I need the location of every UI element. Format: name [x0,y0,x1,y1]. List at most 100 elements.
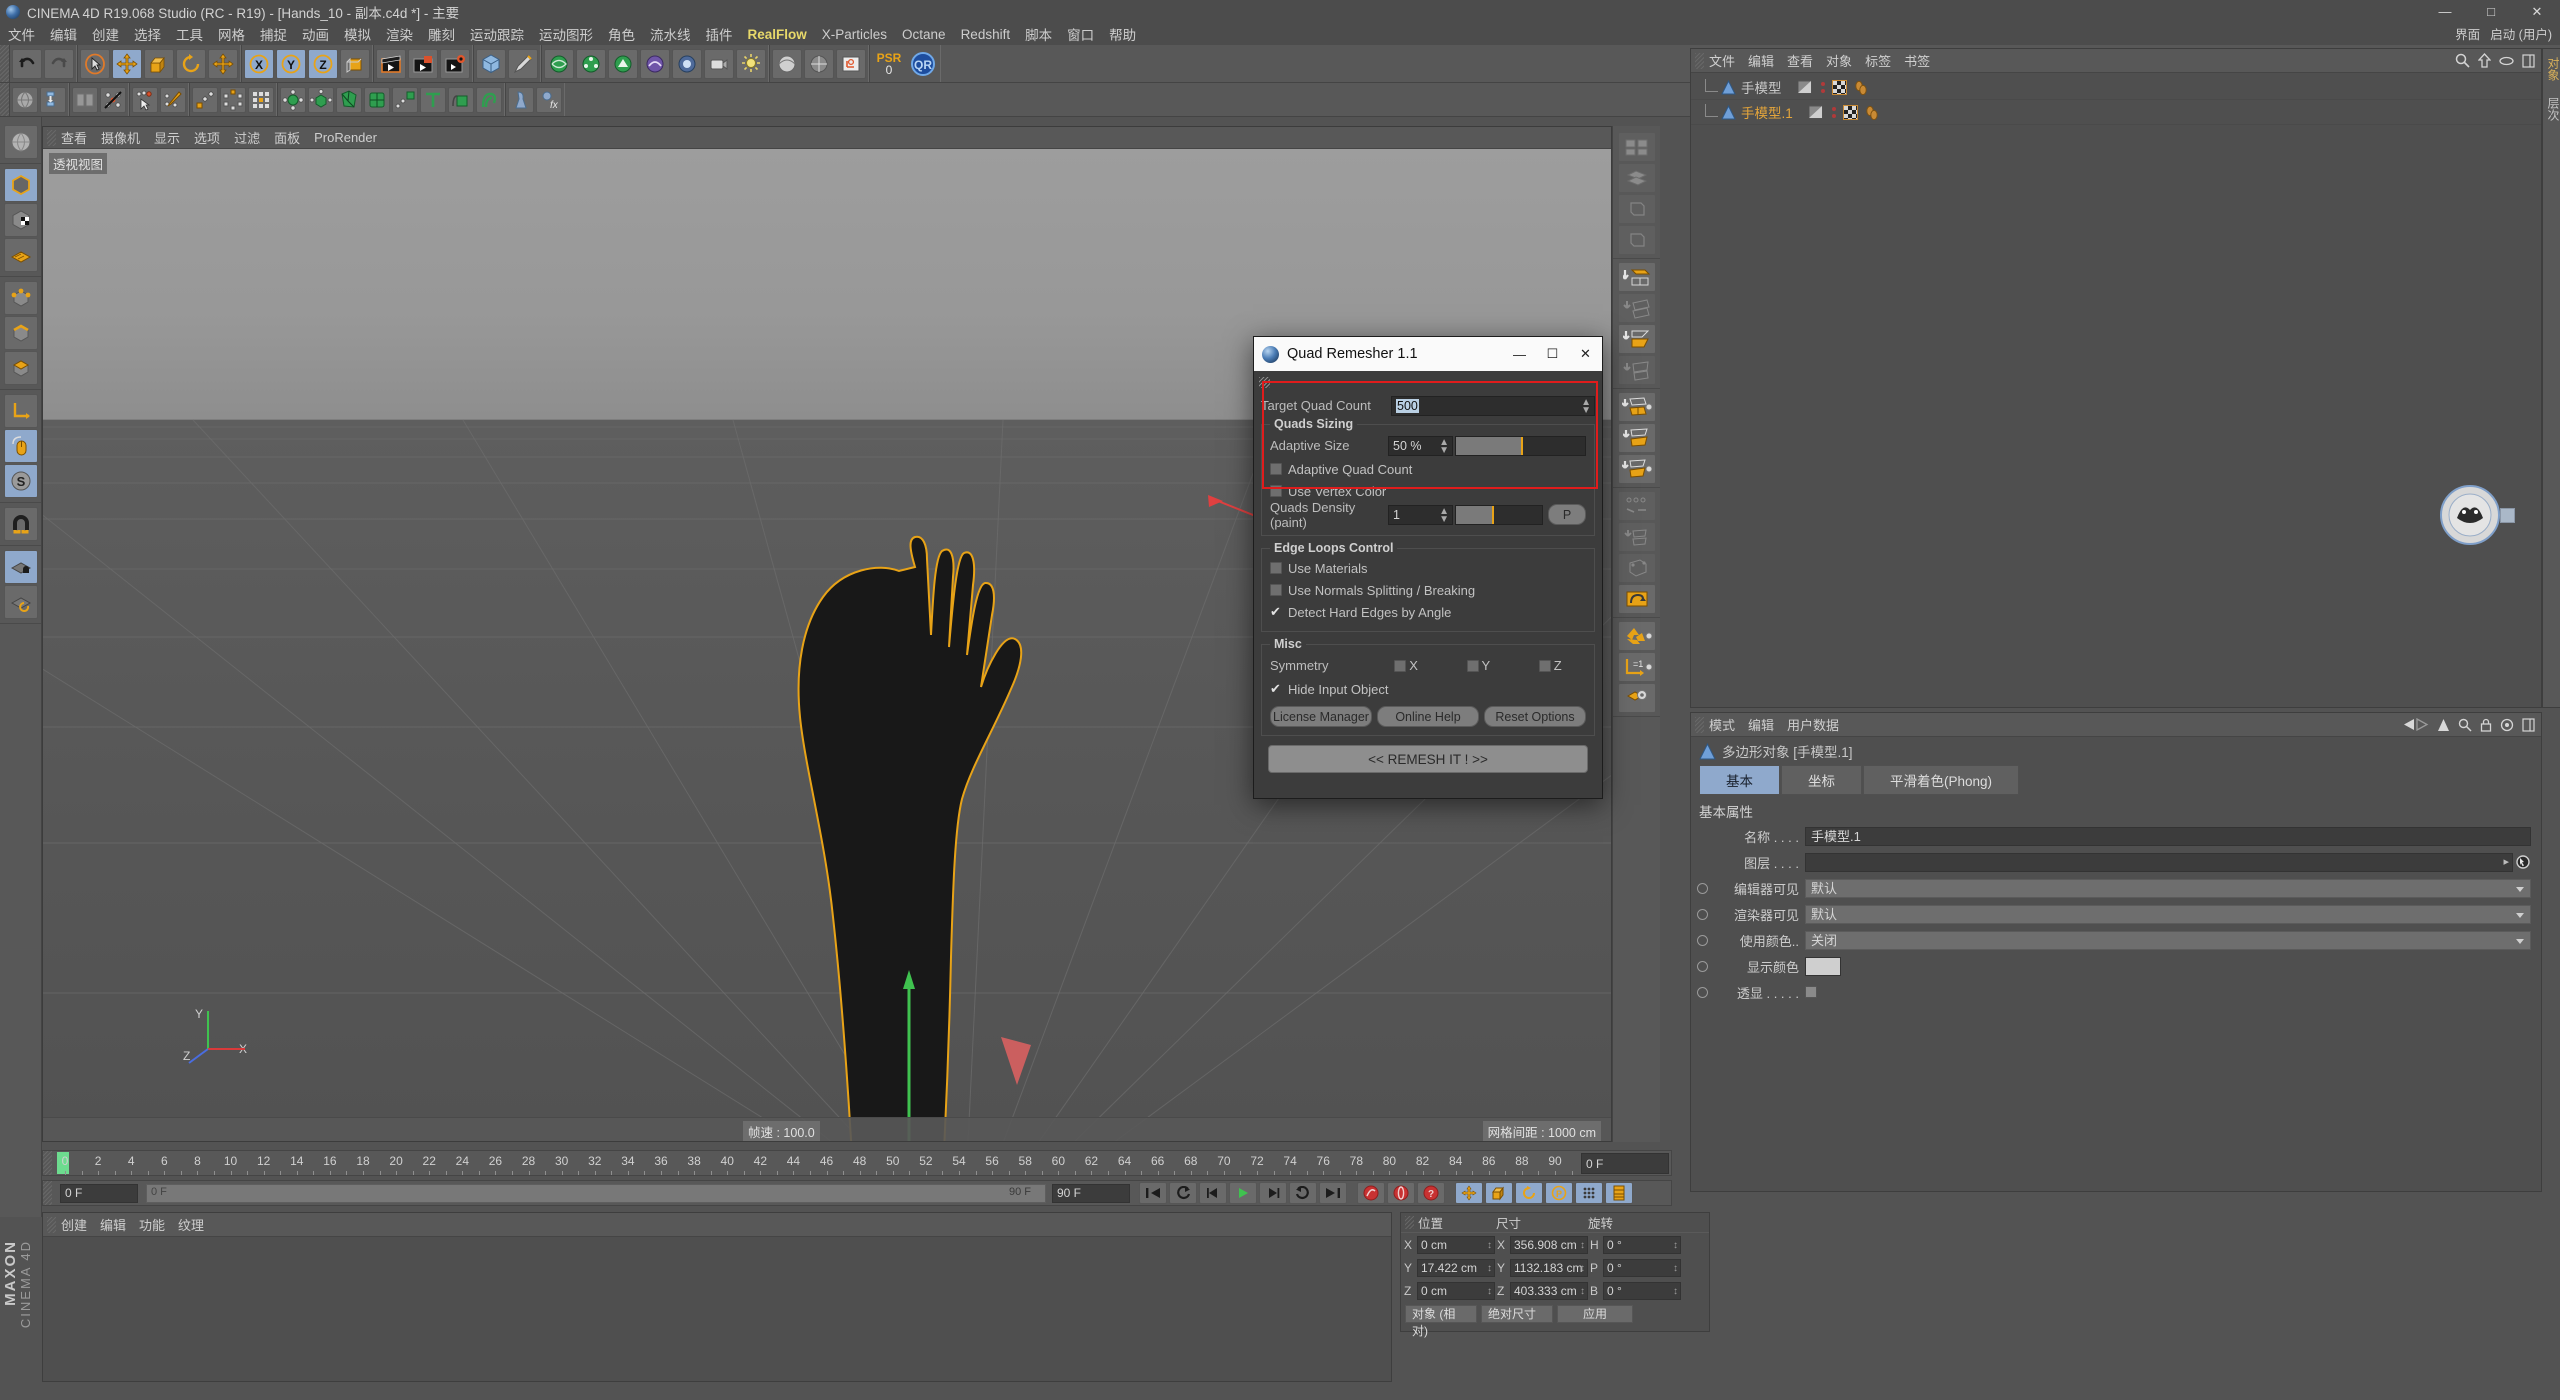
coordinate-rows[interactable]: X0 cmX356.908 cmH0 °Y17.422 cmY1132.183 … [1401,1233,1709,1302]
attribute-field-row[interactable]: 渲染器可见默认 [1693,903,2531,925]
attribute-field-value[interactable]: ▸ [1805,853,2513,872]
edge-loops-option[interactable]: Use Normals Splitting / Breaking [1270,579,1586,601]
viewport-menu-item-2[interactable]: 显示 [154,128,180,147]
side-tab-object[interactable]: 对象 [2543,49,2560,89]
psr-group[interactable]: PSR 0 QR [869,45,941,82]
attribute-field-row[interactable]: 图层 . . . .▸ [1693,851,2531,873]
step-back-button[interactable] [1199,1182,1227,1204]
uv-icon[interactable] [804,49,834,79]
attribute-field-value[interactable]: 默认 [1805,905,2531,924]
attribute-field-row[interactable]: 使用颜色..关闭 [1693,929,2531,951]
coordinate-row[interactable]: Y17.422 cmY1132.183 cmP0 ° [1401,1256,1709,1279]
menu-item-7[interactable]: 动画 [302,24,329,44]
object-menu-item-3[interactable]: 对象 [1826,51,1852,70]
character-icon[interactable] [508,87,534,113]
mirror-icon[interactable] [72,87,98,113]
menu-item-16[interactable]: RealFlow [748,27,807,42]
quad-remesher-button[interactable]: QR [908,49,938,79]
attribute-tabs[interactable]: 基本坐标平滑着色(Phong) [1691,765,2541,795]
texture-mode-icon[interactable] [4,203,38,237]
lock-grid-icon[interactable] [4,550,38,584]
quads-density-spinner[interactable]: ▲▼ [1439,508,1449,524]
edge-loops-option[interactable]: ✔Detect Hard Edges by Angle [1270,601,1586,623]
environment-icon[interactable] [672,49,702,79]
tracer-icon[interactable] [392,87,418,113]
right-group-array[interactable] [1613,129,1660,259]
object-name[interactable]: 手模型 [1741,77,1782,97]
object-menu-item-2[interactable]: 查看 [1787,51,1813,70]
menu-item-17[interactable]: X-Particles [822,27,887,42]
mode-group-grid[interactable] [0,546,41,624]
menu-item-12[interactable]: 运动图形 [539,24,593,44]
quad-remesher-maximize-button[interactable]: ☐ [1536,337,1569,371]
viewport-menu-item-3[interactable]: 选项 [194,128,220,147]
texture-sphere-icon[interactable] [772,49,802,79]
sculpt-group[interactable] [9,83,69,116]
previous-key-button[interactable] [1169,1182,1197,1204]
menu-item-18[interactable]: Octane [902,27,946,42]
timeline-track[interactable]: 0246810121416182022242628303234363840424… [57,1151,1671,1177]
light-icon[interactable] [736,49,766,79]
option-checkbox-checked[interactable]: ✔ [1270,606,1282,618]
menu-item-21[interactable]: 窗口 [1067,24,1094,44]
menu-item-19[interactable]: Redshift [961,27,1011,42]
timeline-view-button[interactable] [1605,1182,1633,1204]
menu-item-10[interactable]: 雕刻 [428,24,455,44]
attribute-field-row[interactable]: 透显 . . . . . [1693,981,2531,1003]
quad-remesher-dialog[interactable]: Quad Remesher 1.1 — ☐ ✕ Target Quad Coun… [1253,336,1603,799]
lock-z-axis-icon[interactable]: Z [308,49,338,79]
playback-controls[interactable] [1138,1182,1348,1204]
object-menu-item-4[interactable]: 标签 [1865,51,1891,70]
coord-position-value[interactable]: 17.422 cm [1417,1259,1495,1277]
side-tab-layer[interactable]: 层次 [2543,89,2560,129]
symmetry-checkbox[interactable] [1539,660,1551,672]
right-group-utility[interactable]: =1 [1613,618,1660,717]
play-button[interactable] [1229,1182,1257,1204]
mospline-icon[interactable] [448,87,474,113]
attribute-field-toggle[interactable] [1697,961,1708,972]
adaptive-quad-count-checkbox[interactable] [1270,463,1282,475]
object-list[interactable]: 手模型手模型.1 [1691,73,2541,125]
object-row[interactable]: 手模型 [1691,75,2541,100]
symmetry-row[interactable]: Symmetry XYZ [1270,653,1586,678]
close-button[interactable]: ✕ [2514,0,2560,23]
use-vertex-color-checkbox[interactable] [1270,485,1282,497]
position-key-button[interactable] [1455,1182,1483,1204]
current-frame-field[interactable]: 0 F [60,1184,138,1203]
effector-icon[interactable] [476,87,502,113]
optimize-tool-icon[interactable] [1618,522,1656,552]
camera-icon[interactable] [704,49,734,79]
quad-remesher-minimize-button[interactable]: — [1503,337,1536,371]
render-group[interactable] [373,45,473,82]
symmetry-axes[interactable]: XYZ [1370,658,1586,673]
go-to-end-button[interactable] [1319,1182,1347,1204]
right-group-subdivide[interactable] [1613,389,1660,488]
lock-y-axis-icon[interactable]: Y [276,49,306,79]
keyframe-help-button[interactable]: ? [1417,1182,1445,1204]
attribute-manager-grip[interactable] [1695,717,1704,733]
coordinate-row[interactable]: X0 cmX356.908 cmH0 ° [1401,1233,1709,1256]
object-row[interactable]: 手模型.1 [1691,100,2541,125]
mode-group-components[interactable] [0,277,41,390]
object-menu-item-0[interactable]: 文件 [1709,51,1735,70]
object-creation-group[interactable] [473,45,541,82]
smooth-tool-icon[interactable] [1618,584,1656,614]
viewport-menu-grip[interactable] [47,130,56,146]
material-manager-menu[interactable]: 创建编辑功能纹理 [43,1213,1391,1237]
layout-preset-label[interactable]: 启动 (用户) [2490,24,2552,43]
spline-pen-icon[interactable] [508,49,538,79]
attribute-field-row[interactable]: 显示颜色 [1693,955,2531,977]
quad-remesher-window-buttons[interactable]: — ☐ ✕ [1503,337,1602,371]
array-icon[interactable] [576,49,606,79]
coord-apply-button[interactable]: 应用 [1557,1305,1633,1323]
attribute-tab-0[interactable]: 基本 [1699,765,1780,795]
reset-axis-icon[interactable]: =1 [1618,652,1656,682]
attribute-field-toggle[interactable] [1697,987,1708,998]
menu-item-4[interactable]: 工具 [176,24,203,44]
workplane-mode-icon[interactable] [4,238,38,272]
viewport-menu-bar[interactable]: 查看摄像机显示选项过滤面板ProRender [43,127,1611,149]
symmetry-axis-x[interactable]: X [1394,658,1418,673]
generators-group[interactable] [541,45,769,82]
adaptive-size-slider-handle[interactable] [1521,437,1523,455]
menu-item-2[interactable]: 创建 [92,24,119,44]
